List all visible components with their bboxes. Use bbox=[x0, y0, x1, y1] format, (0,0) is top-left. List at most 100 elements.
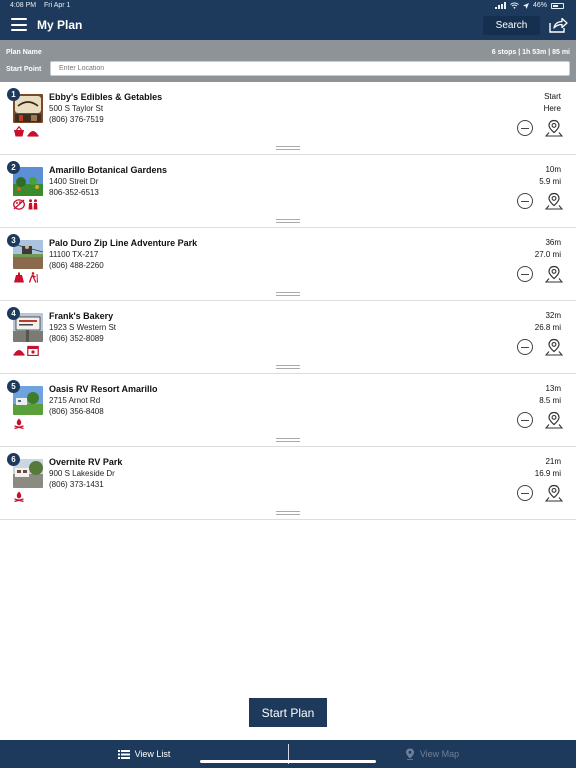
stop-number-badge: 6 bbox=[7, 453, 20, 466]
stop-drive-time: 21m bbox=[545, 457, 561, 466]
stop-name[interactable]: Ebby's Edibles & Getables bbox=[49, 92, 162, 102]
app-root: 4:08 PM Fri Apr 1 46% My Plan Search Pla… bbox=[0, 0, 576, 768]
stop-distance: 26.8 mi bbox=[534, 323, 561, 332]
start-point-label: Start Point bbox=[6, 66, 42, 73]
remove-stop-icon[interactable] bbox=[517, 339, 533, 355]
drag-handle[interactable] bbox=[276, 438, 300, 443]
home-indicator bbox=[200, 760, 376, 763]
stop-phone[interactable]: (806) 356-8408 bbox=[49, 407, 104, 416]
stop-phone[interactable]: (806) 373-1431 bbox=[49, 480, 104, 489]
status-date: Fri Apr 1 bbox=[44, 2, 71, 9]
remove-stop-icon[interactable] bbox=[517, 485, 533, 501]
stop-phone[interactable]: (806) 376-7519 bbox=[49, 115, 104, 124]
plan-name-label[interactable]: Plan Name bbox=[6, 49, 42, 56]
stop-name[interactable]: Amarillo Botanical Gardens bbox=[49, 165, 167, 175]
amenity-icons bbox=[13, 199, 39, 210]
stop-number-badge: 4 bbox=[7, 307, 20, 320]
hiking-icon bbox=[28, 272, 38, 283]
map-pin-icon bbox=[405, 748, 414, 760]
remove-stop-icon[interactable] bbox=[517, 412, 533, 428]
start-point-input[interactable] bbox=[50, 61, 570, 76]
stop-item[interactable]: 3 Palo Duro Zip Line Adventure Park 1110… bbox=[0, 228, 576, 301]
tab-view-list-label: View List bbox=[134, 749, 171, 759]
amenity-icons bbox=[13, 126, 39, 137]
map-pin-icon[interactable] bbox=[545, 119, 563, 137]
map-pin-icon[interactable] bbox=[545, 411, 563, 429]
stop-distance: Here bbox=[543, 104, 561, 113]
family-icon bbox=[28, 199, 38, 210]
drag-handle[interactable] bbox=[276, 511, 300, 516]
share-icon[interactable] bbox=[548, 17, 568, 34]
art-palette-icon bbox=[13, 199, 25, 210]
stop-name[interactable]: Frank's Bakery bbox=[49, 311, 113, 321]
tab-view-map[interactable]: View Map bbox=[288, 740, 576, 768]
stop-number-badge: 1 bbox=[7, 88, 20, 101]
stop-name[interactable]: Overnite RV Park bbox=[49, 457, 122, 467]
stop-item[interactable]: 5 Oasis RV Resort Amarillo 2715 Arnot Rd… bbox=[0, 374, 576, 447]
stop-number-badge: 5 bbox=[7, 380, 20, 393]
stop-drive-time: Start bbox=[544, 92, 561, 101]
stop-drive-time: 36m bbox=[545, 238, 561, 247]
landmark-icon bbox=[14, 272, 24, 283]
top-bar: 4:08 PM Fri Apr 1 46% My Plan Search bbox=[0, 0, 576, 40]
stop-phone[interactable]: (806) 488-2260 bbox=[49, 261, 104, 270]
stop-item[interactable]: 2 Amarillo Botanical Gardens 1400 Streit… bbox=[0, 155, 576, 228]
stop-number-badge: 2 bbox=[7, 161, 20, 174]
stops-list: 1 Ebby's Edibles & Getables 500 S Taylor… bbox=[0, 82, 576, 520]
stop-address: 1400 Streit Dr bbox=[49, 177, 99, 186]
status-right: 46% bbox=[494, 2, 564, 9]
campfire-icon bbox=[14, 418, 24, 429]
stop-name[interactable]: Oasis RV Resort Amarillo bbox=[49, 384, 158, 394]
stop-name[interactable]: Palo Duro Zip Line Adventure Park bbox=[49, 238, 197, 248]
cellular-signal-icon bbox=[494, 2, 506, 9]
remove-stop-icon[interactable] bbox=[517, 193, 533, 209]
stop-address: 2715 Arnot Rd bbox=[49, 396, 101, 405]
stop-address: 900 S Lakeside Dr bbox=[49, 469, 115, 478]
stop-address: 1923 S Western St bbox=[49, 323, 116, 332]
tab-view-map-label: View Map bbox=[419, 749, 460, 759]
map-pin-icon[interactable] bbox=[545, 338, 563, 356]
stop-number-badge: 3 bbox=[7, 234, 20, 247]
calendar-event-icon bbox=[27, 345, 39, 356]
amenity-icons bbox=[13, 491, 25, 502]
restaurant-icon bbox=[27, 131, 39, 137]
wifi-icon bbox=[510, 2, 519, 9]
plan-header: Plan Name 6 stops | 1h 53m | 85 mi Start… bbox=[0, 40, 576, 82]
stop-drive-time: 32m bbox=[545, 311, 561, 320]
shopping-basket-icon bbox=[14, 126, 24, 137]
drag-handle[interactable] bbox=[276, 292, 300, 297]
stop-item[interactable]: 6 Overnite RV Park 900 S Lakeside Dr (80… bbox=[0, 447, 576, 520]
tab-view-list[interactable]: View List bbox=[0, 740, 288, 768]
stop-item[interactable]: 1 Ebby's Edibles & Getables 500 S Taylor… bbox=[0, 82, 576, 155]
battery-icon bbox=[551, 2, 564, 9]
plan-stats: 6 stops | 1h 53m | 85 mi bbox=[491, 49, 570, 56]
battery-percent: 46% bbox=[532, 2, 547, 9]
remove-stop-icon[interactable] bbox=[517, 120, 533, 136]
start-plan-button[interactable]: Start Plan bbox=[249, 698, 327, 727]
drag-handle[interactable] bbox=[276, 146, 300, 151]
map-pin-icon[interactable] bbox=[545, 265, 563, 283]
stop-phone[interactable]: 806-352-6513 bbox=[49, 188, 99, 197]
bottom-tab-bar: View List View Map bbox=[0, 740, 576, 768]
map-pin-icon[interactable] bbox=[545, 484, 563, 502]
search-button[interactable]: Search bbox=[483, 16, 540, 35]
stop-item[interactable]: 4 Frank's Bakery 1923 S Western St (806)… bbox=[0, 301, 576, 374]
stop-distance: 5.9 mi bbox=[539, 177, 561, 186]
campfire-icon bbox=[14, 491, 24, 502]
remove-stop-icon[interactable] bbox=[517, 266, 533, 282]
drag-handle[interactable] bbox=[276, 219, 300, 224]
stop-phone[interactable]: (806) 352-8089 bbox=[49, 334, 104, 343]
stop-distance: 27.0 mi bbox=[534, 250, 561, 259]
stop-address: 11100 TX-217 bbox=[49, 250, 99, 259]
map-pin-icon[interactable] bbox=[545, 192, 563, 210]
menu-icon[interactable] bbox=[11, 18, 27, 31]
stop-distance: 16.9 mi bbox=[534, 469, 561, 478]
restaurant-icon bbox=[13, 350, 25, 356]
location-arrow-icon bbox=[522, 2, 529, 9]
amenity-icons bbox=[13, 418, 25, 429]
stop-drive-time: 13m bbox=[545, 384, 561, 393]
stop-distance: 8.5 mi bbox=[539, 396, 561, 405]
amenity-icons bbox=[13, 345, 39, 356]
drag-handle[interactable] bbox=[276, 365, 300, 370]
status-time: 4:08 PM bbox=[10, 2, 37, 9]
